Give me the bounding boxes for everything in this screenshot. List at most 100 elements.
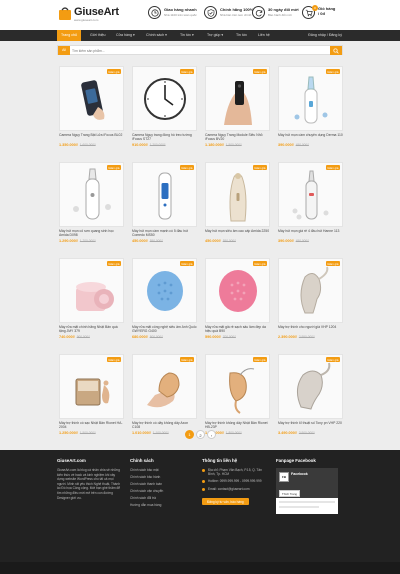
page-2[interactable]: 2 xyxy=(196,430,205,439)
current-price: 3.490.000₫ xyxy=(278,431,297,435)
page-1[interactable]: 1 xyxy=(185,430,194,439)
feature-title: 30 ngày đổi mới xyxy=(268,7,299,12)
product-name[interactable]: Camera Ngụy trang đồng hồ treo tường iFo… xyxy=(132,133,197,142)
product-image[interactable]: Giảm giá xyxy=(278,66,343,131)
facebook-like-button[interactable]: Thích Trang xyxy=(279,490,300,498)
product-card[interactable]: Giảm giá Máy rửa mặt công nghệ siêu âm A… xyxy=(132,258,197,352)
product-image[interactable]: Giảm giá xyxy=(132,258,197,323)
sale-badge: Giảm giá xyxy=(106,357,121,363)
footer-about-title: GiuseArt.com xyxy=(57,458,86,463)
product-image[interactable]: Giảm giá xyxy=(278,258,343,323)
product-image[interactable]: Giảm giá xyxy=(205,354,270,419)
product-card[interactable]: Giảm giá Camera Ngụy Trang Bật Lửa iFocu… xyxy=(59,66,124,160)
nav-item-contact[interactable]: Liên hệ xyxy=(258,30,270,41)
product-price: 3.490.000₫ 3.900.000₫ xyxy=(278,431,315,435)
product-card[interactable]: Giảm giá Máy trợ thính cho người già VHP… xyxy=(278,258,343,352)
product-card[interactable]: Giảm giá Camera Ngụy Trang Module Siêu N… xyxy=(205,66,270,160)
old-price: 450.000₫ xyxy=(295,143,309,147)
footer-link[interactable]: Chính sách thanh toán xyxy=(130,482,190,487)
product-image[interactable]: Giảm giá xyxy=(59,162,124,227)
old-price: 1.500.000₫ xyxy=(225,143,242,147)
footer-contact-button[interactable]: Đăng ký tư vấn, báo hàng xyxy=(202,497,249,506)
nav-item-policy[interactable]: Chính sách ▾ xyxy=(146,30,167,41)
product-card[interactable]: Giảm giá Máy trợ thính kĩ thuật số Tony … xyxy=(278,354,343,448)
product-name[interactable]: Máy trợ thính cho người già VHP 1204 xyxy=(278,325,343,329)
product-card[interactable]: Giảm giá Máy hút mụn cầm mạnh có 5 đầu h… xyxy=(132,162,197,256)
search-input[interactable] xyxy=(72,46,327,55)
sale-badge: Giảm giá xyxy=(252,69,267,75)
product-name[interactable]: Máy rửa mặt công nghệ siêu âm Anh Quốc G… xyxy=(132,325,197,334)
product-name[interactable]: Máy trợ thính kĩ thuật số Tony pn VHP 22… xyxy=(278,421,343,425)
search-category-select[interactable]: All xyxy=(58,46,70,55)
product-image[interactable]: Giảm giá xyxy=(59,258,124,323)
old-price: 800.000₫ xyxy=(149,335,163,339)
product-card[interactable]: Giảm giá Máy hút mụn giá rẻ 4 đầu hút Ha… xyxy=(278,162,343,256)
current-price: 450.000₫ xyxy=(132,239,148,243)
product-name[interactable]: Máy rửa mặt giá rẻ sạch sâu làm đẹp da h… xyxy=(205,325,270,334)
product-image[interactable]: Giảm giá xyxy=(132,162,197,227)
nav-item-news[interactable]: Tin tức ▾ xyxy=(180,30,194,41)
product-image[interactable]: Giảm giá xyxy=(59,354,124,419)
old-price: 3.900.000₫ xyxy=(298,431,315,435)
facebook-page-widget[interactable]: FB Facebook Thích Trang xyxy=(276,468,338,514)
old-price: 1.200.000₫ xyxy=(149,143,166,147)
product-price: 910.000₫ 1.200.000₫ xyxy=(132,143,166,147)
next-page-button[interactable]: › xyxy=(207,430,216,439)
product-card[interactable]: Giảm giá Máy hút mụn cầm chuyên dụng Der… xyxy=(278,66,343,160)
product-card[interactable]: Giảm giá Máy rửa mặt giá rẻ sạch sâu làm… xyxy=(205,258,270,352)
product-card[interactable]: Giảm giá Máy rửa mặt chính hãng Nhật Bản… xyxy=(59,258,124,352)
facebook-page-name[interactable]: Facebook xyxy=(291,472,308,476)
product-image[interactable]: Giảm giá xyxy=(132,66,197,131)
product-image[interactable]: Giảm giá xyxy=(59,66,124,131)
logo[interactable]: GiuseArt www.giuseart.com xyxy=(58,6,119,24)
product-image[interactable]: Giảm giá xyxy=(205,66,270,131)
footer-link[interactable]: Chính sách đổi trả xyxy=(130,496,190,501)
product-name[interactable]: Máy hút mụn cố sơn quang sinh học Amida … xyxy=(59,229,124,238)
current-price: 1.180.000₫ xyxy=(205,143,224,147)
search-button[interactable] xyxy=(330,46,342,55)
old-price: 1.700.000₫ xyxy=(79,239,96,243)
nav-item-home[interactable]: Trang chủ xyxy=(57,30,82,41)
current-price: 680.000₫ xyxy=(132,335,148,339)
footer-link[interactable]: Chính sách vận chuyển xyxy=(130,489,190,494)
product-card[interactable]: Giảm giá Máy hút mụn siêu âm cao cấp Ami… xyxy=(205,162,270,256)
product-card[interactable]: Giảm giá Camera Ngụy trang đồng hồ treo … xyxy=(132,66,197,160)
footer-email: Email: contact@giuseart.com xyxy=(202,487,268,491)
cart-icon[interactable]: 0 xyxy=(302,5,318,19)
product-name[interactable]: Camera Ngụy Trang Module Siêu Nhỏ iFocus… xyxy=(205,133,270,142)
nav-item-shop[interactable]: Cửa hàng ▾ xyxy=(116,30,135,41)
footer-link[interactable]: Hướng dẫn mua hàng xyxy=(130,503,190,508)
product-name[interactable]: Máy trợ thính có dây không dây Axon C108 xyxy=(132,421,197,430)
nav-item-help[interactable]: Trợ giúp ▾ xyxy=(207,30,223,41)
nav-item-news-2[interactable]: Tin tức xyxy=(236,30,247,41)
footer: GiuseArt.com GiuseArt.com là blog cá nhâ… xyxy=(0,450,400,562)
product-name[interactable]: Máy hút mụn siêu âm cao cấp Amida 2250 xyxy=(205,229,270,233)
nav-item-about[interactable]: Giới thiệu xyxy=(90,30,106,41)
product-name[interactable]: Máy trợ thính không dây Nhật Bản Rionet … xyxy=(205,421,270,430)
product-card[interactable]: Giảm giá Máy trợ thính có sạc Nhật Bản R… xyxy=(59,354,124,448)
product-name[interactable]: Máy hút mụn cầm chuyên dụng Derma 110 xyxy=(278,133,343,137)
product-image[interactable]: Giảm giá xyxy=(278,162,343,227)
product-name[interactable]: Camera Ngụy Trang Bật Lửa iFocus BL02 xyxy=(59,133,124,137)
product-name[interactable]: Máy rửa mặt chính hãng Nhật Bản quà tặng… xyxy=(59,325,124,334)
footer-link[interactable]: Chính sách bảo mật xyxy=(130,468,190,473)
footer-contact-title: Thông tin liên hệ xyxy=(202,458,238,463)
old-price: 1.600.000₫ xyxy=(79,143,96,147)
product-name[interactable]: Máy trợ thính có sạc Nhật Bản Rionet HA-… xyxy=(59,421,124,430)
product-name[interactable]: Máy hút mụn giá rẻ 4 đầu hút Hanne 113 xyxy=(278,229,343,233)
login-register-link[interactable]: Đăng nhập / Đăng ký xyxy=(308,30,342,41)
search-icon xyxy=(333,47,339,54)
footer-link[interactable]: Chính sách bảo hành xyxy=(130,475,190,480)
product-name[interactable]: Máy hút mụn cầm mạnh có 5 đầu hút Comedo… xyxy=(132,229,197,238)
product-card[interactable]: Giảm giá Máy hút mụn cố sơn quang sinh h… xyxy=(59,162,124,256)
product-image[interactable]: Giảm giá xyxy=(132,354,197,419)
main-nav: Trang chủ Giới thiệu Cửa hàng ▾ Chính sá… xyxy=(0,30,400,41)
product-image[interactable]: Giảm giá xyxy=(205,162,270,227)
current-price: 910.000₫ xyxy=(132,143,148,147)
cart-label[interactable]: Giỏ hàng / 0đ xyxy=(318,6,336,16)
current-price: 1.350.000₫ xyxy=(59,143,78,147)
product-image[interactable]: Giảm giá xyxy=(205,258,270,323)
feature-subtitle: Bảo hành đổi mới xyxy=(268,13,292,17)
footer-facebook: Fanpage Facebook FB Facebook Thích Trang xyxy=(276,458,344,514)
product-image[interactable]: Giảm giá xyxy=(278,354,343,419)
